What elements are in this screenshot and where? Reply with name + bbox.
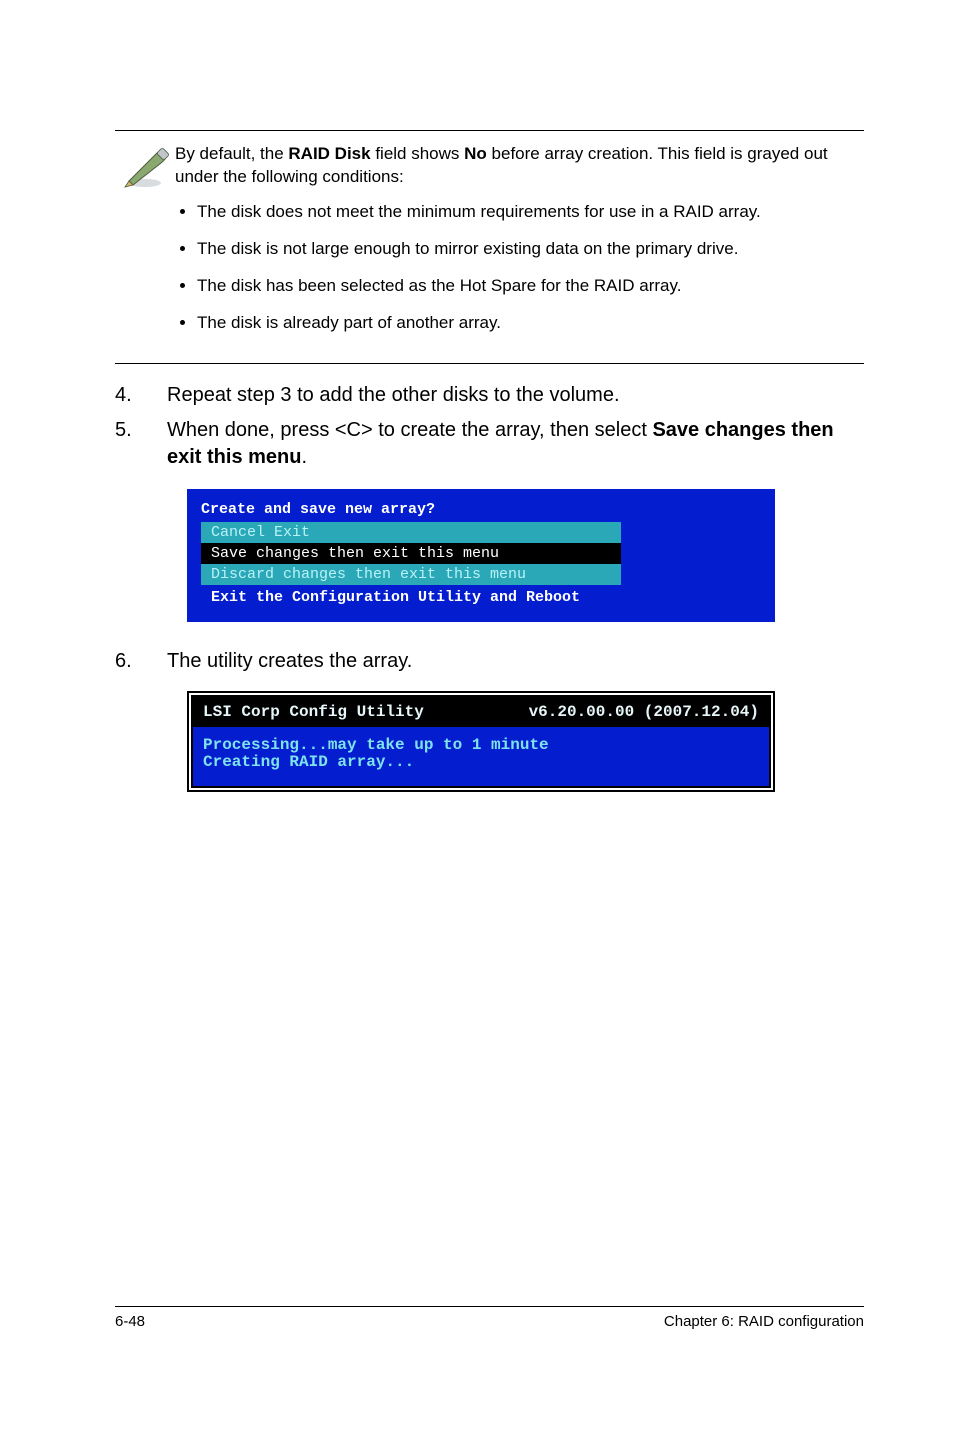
note-block: By default, the RAID Disk field shows No… xyxy=(115,130,864,359)
dialog-title: Create and save new array? xyxy=(201,501,761,518)
note-bullet: The disk does not meet the minimum requi… xyxy=(197,201,864,224)
step-5: 5. When done, press <C> to create the ar… xyxy=(115,417,864,471)
menu-item-discard[interactable]: Discard changes then exit this menu xyxy=(201,564,621,585)
note-bullet: The disk is not large enough to mirror e… xyxy=(197,238,864,261)
note-bullet: The disk is already part of another arra… xyxy=(197,312,864,335)
step-6: 6. The utility creates the array. xyxy=(115,648,864,675)
menu-item-cancel[interactable]: Cancel Exit xyxy=(201,522,621,543)
step-text: The utility creates the array. xyxy=(167,648,864,675)
step-number: 4. xyxy=(115,382,167,409)
page-footer: 6-48 Chapter 6: RAID configuration xyxy=(115,1306,864,1330)
step-number: 5. xyxy=(115,417,167,471)
chapter-label: Chapter 6: RAID configuration xyxy=(664,1313,864,1330)
note-intro: By default, the RAID Disk field shows No… xyxy=(175,139,864,189)
step-text: Repeat step 3 to add the other disks to … xyxy=(167,382,864,409)
step-number: 6. xyxy=(115,648,167,675)
menu-item-exit-reboot[interactable]: Exit the Configuration Utility and Reboo… xyxy=(201,587,621,608)
menu-item-save[interactable]: Save changes then exit this menu xyxy=(201,543,621,564)
note-bullet-list: The disk does not meet the minimum requi… xyxy=(197,201,864,335)
pen-icon xyxy=(115,139,175,191)
processing-message: Processing...may take up to 1 minute Cre… xyxy=(193,727,769,786)
processing-dialog: LSI Corp Config Utility v6.20.00.00 (200… xyxy=(187,691,864,792)
utility-version: v6.20.00.00 (2007.12.04) xyxy=(529,703,759,721)
page-number: 6-48 xyxy=(115,1313,145,1330)
step-text: When done, press <C> to create the array… xyxy=(167,417,864,471)
utility-title: LSI Corp Config Utility xyxy=(203,703,424,721)
note-bullet: The disk has been selected as the Hot Sp… xyxy=(197,275,864,298)
step-4: 4. Repeat step 3 to add the other disks … xyxy=(115,382,864,409)
save-array-dialog: Create and save new array? Cancel Exit S… xyxy=(187,489,864,622)
